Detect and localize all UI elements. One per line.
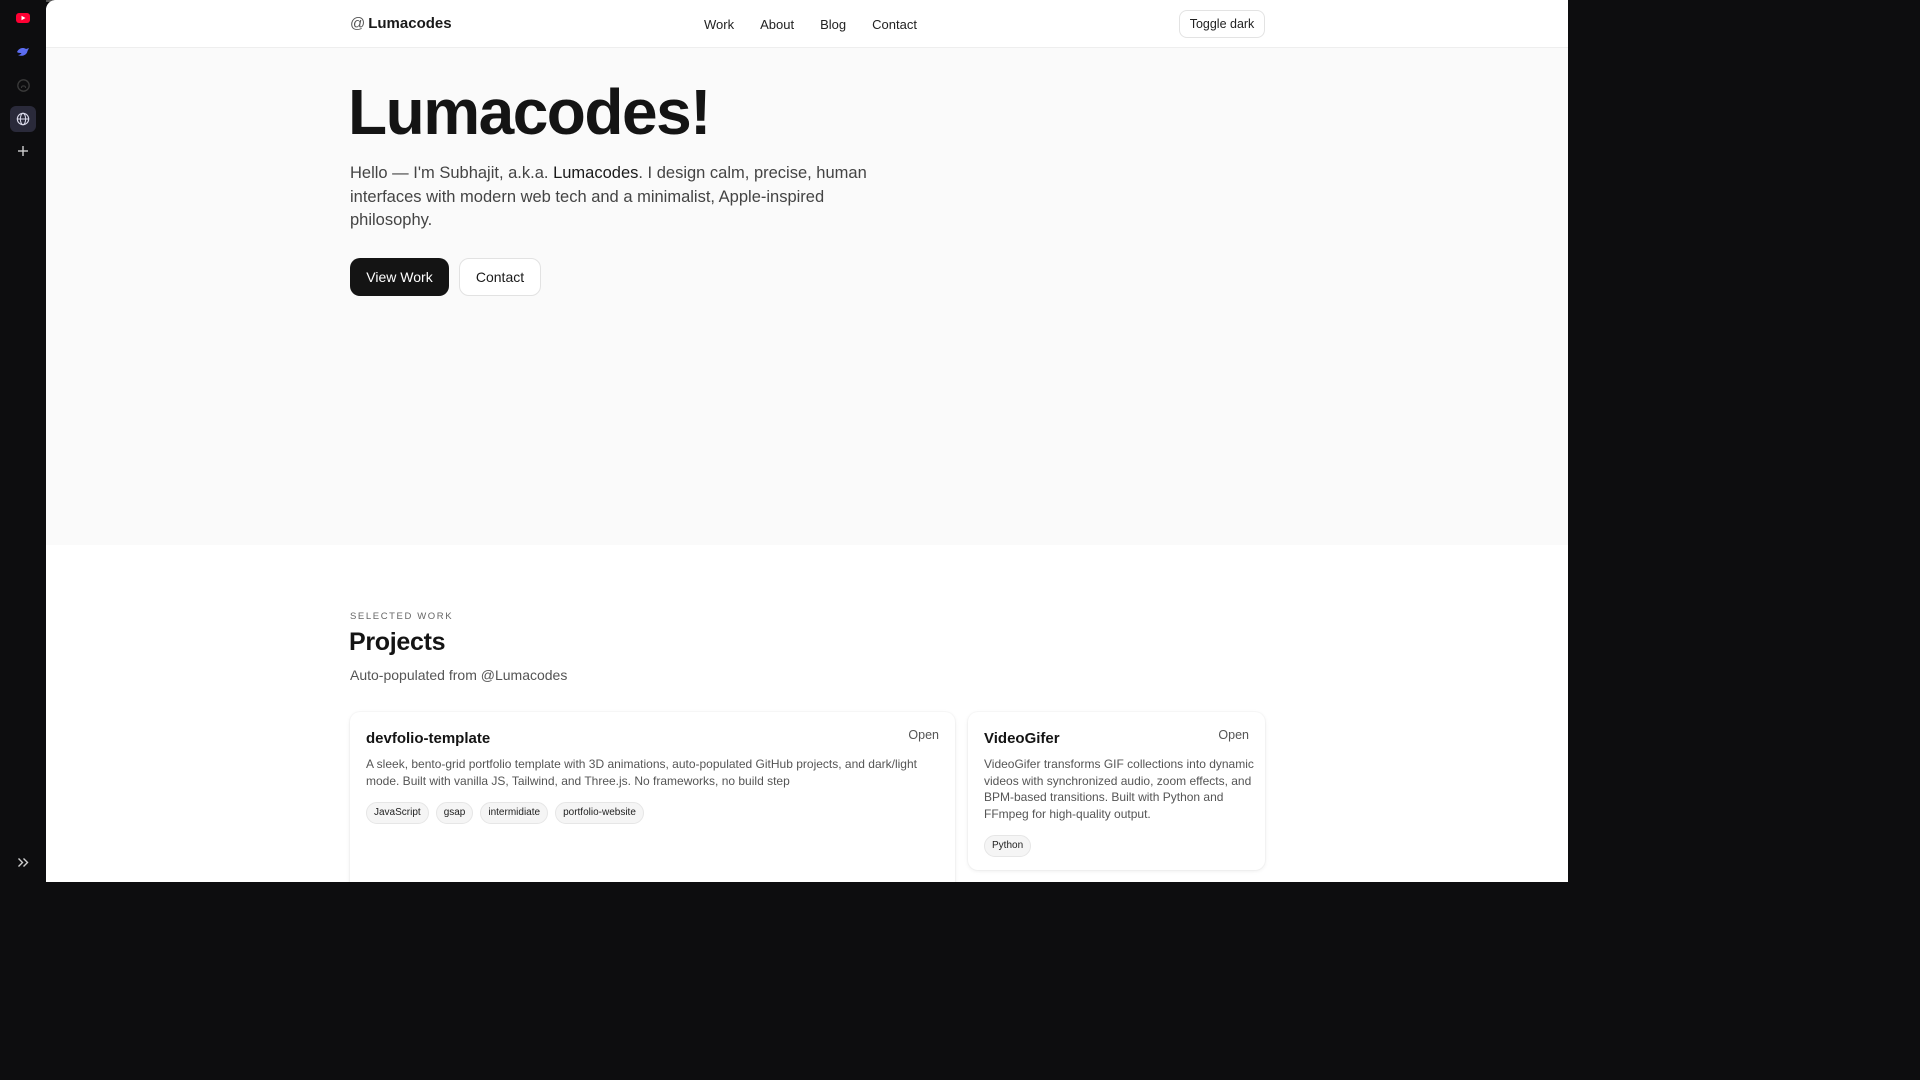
hero-section: Lumacodes! Hello — I'm Subhajit, a.k.a. … bbox=[46, 48, 1568, 545]
open-link[interactable]: Open bbox=[908, 728, 939, 742]
projects-subtitle: Auto-populated from @Lumacodes bbox=[350, 667, 568, 683]
tag: gsap bbox=[435, 802, 474, 824]
projects-title: Projects bbox=[349, 628, 446, 656]
expand-icon[interactable] bbox=[10, 849, 36, 875]
web-page: @ Lumacodes Work About Blog Contact Togg… bbox=[46, 0, 1568, 882]
tag-list: Python bbox=[984, 835, 1032, 857]
youtube-icon[interactable] bbox=[10, 5, 36, 31]
project-name: VideoGifer bbox=[984, 730, 1060, 747]
section-eyebrow: SELECTED WORK bbox=[350, 611, 454, 622]
nav-link-contact[interactable]: Contact bbox=[872, 17, 917, 32]
tag: intermidiate bbox=[480, 802, 549, 824]
open-link[interactable]: Open bbox=[1218, 728, 1249, 742]
github-icon[interactable] bbox=[10, 72, 36, 98]
globe-icon[interactable] bbox=[10, 106, 36, 132]
brand-logo[interactable]: @ Lumacodes bbox=[350, 15, 452, 32]
view-work-button[interactable]: View Work bbox=[350, 258, 449, 296]
project-name: devfolio-template bbox=[366, 730, 491, 747]
hero-title: Lumacodes! bbox=[348, 76, 711, 148]
brand-name: Lumacodes bbox=[368, 15, 452, 32]
nav-link-about[interactable]: About bbox=[760, 17, 794, 32]
nav-link-work[interactable]: Work bbox=[704, 17, 734, 32]
project-card[interactable]: VideoGifer Open VideoGifer transforms GI… bbox=[968, 712, 1265, 870]
browser-sidebar bbox=[0, 0, 46, 882]
bird-icon[interactable] bbox=[10, 39, 36, 65]
tag: Python bbox=[984, 835, 1032, 857]
project-description: A sleek, bento-grid portfolio template w… bbox=[366, 757, 917, 788]
tag: JavaScript bbox=[366, 802, 429, 824]
plus-icon[interactable] bbox=[10, 138, 36, 164]
tag-list: JavaScript gsap intermidiate portfolio-w… bbox=[366, 802, 644, 824]
tag: portfolio-website bbox=[555, 802, 644, 824]
at-symbol: @ bbox=[350, 15, 366, 32]
intro-name: Lumacodes bbox=[553, 164, 639, 182]
top-nav: @ Lumacodes Work About Blog Contact Togg… bbox=[46, 0, 1568, 48]
hero-intro: Hello — I'm Subhajit, a.k.a. Lumacodes. … bbox=[350, 162, 890, 233]
project-description: VideoGifer transforms GIF collections in… bbox=[984, 757, 1254, 821]
project-card[interactable]: devfolio-template Open A sleek, bento-gr… bbox=[350, 712, 955, 882]
nav-links: Work About Blog Contact bbox=[704, 17, 917, 32]
nav-link-blog[interactable]: Blog bbox=[820, 17, 846, 32]
contact-button[interactable]: Contact bbox=[459, 258, 541, 296]
intro-text-before: Hello — I'm Subhajit, a.k.a. bbox=[350, 164, 554, 182]
toggle-dark-button[interactable]: Toggle dark bbox=[1179, 10, 1265, 38]
